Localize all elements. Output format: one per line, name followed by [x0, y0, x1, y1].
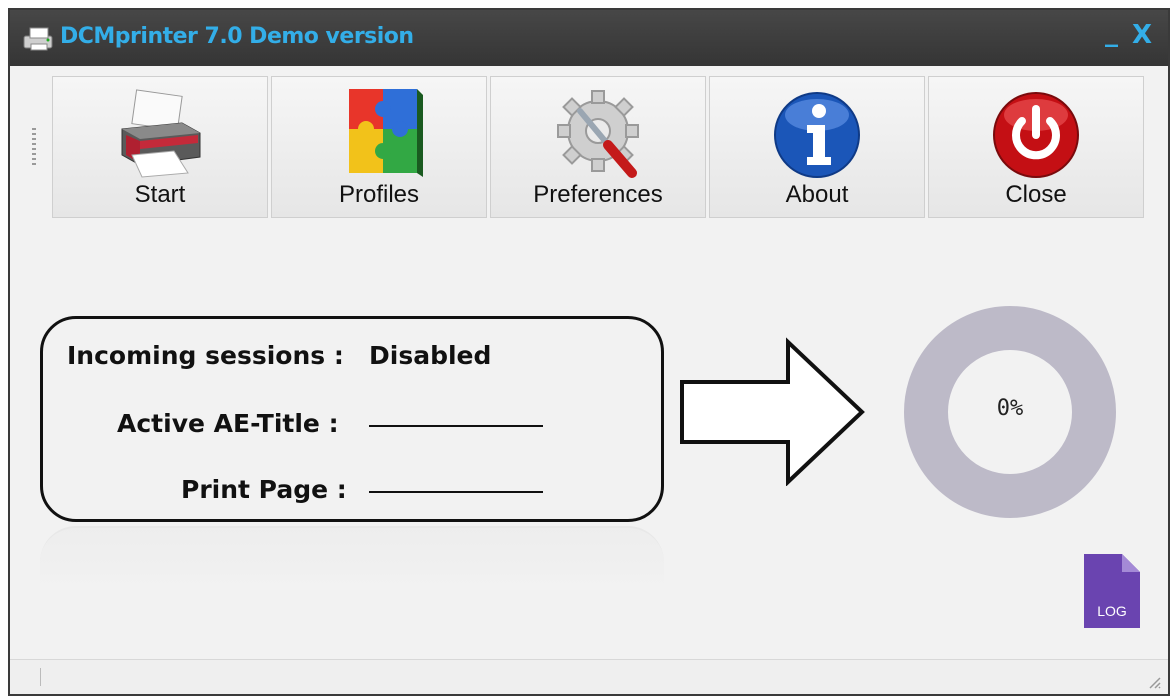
arrow-right-icon	[680, 337, 865, 486]
start-label: Start	[134, 181, 186, 208]
close-button[interactable]: Close	[928, 76, 1144, 218]
gear-wrench-icon	[557, 90, 639, 178]
progress-percent: 0%	[996, 396, 1024, 421]
log-file-icon[interactable]: LOG	[1082, 552, 1142, 630]
preferences-label: Preferences	[533, 181, 663, 208]
printer-app-icon	[23, 27, 53, 51]
active-ae-title-label: Active AE-Title :	[117, 409, 339, 438]
about-button[interactable]: About	[709, 76, 925, 218]
toolbar-grip[interactable]	[32, 128, 36, 168]
app-window: DCMprinter 7.0 Demo version _ X Start Pr…	[8, 8, 1170, 696]
close-label: Close	[1005, 181, 1067, 208]
toolbar: Start Profiles Preferences About Close	[52, 76, 1146, 220]
log-label: LOG	[1097, 603, 1127, 619]
window-title: DCMprinter 7.0 Demo version	[60, 24, 414, 49]
start-button[interactable]: Start	[52, 76, 268, 218]
minimize-button[interactable]: _	[1105, 18, 1118, 48]
preferences-button[interactable]: Preferences	[490, 76, 706, 218]
active-ae-title-value-line	[369, 425, 543, 427]
printer-icon	[121, 89, 201, 178]
status-bar	[10, 659, 1168, 694]
print-page-value-line	[369, 491, 543, 493]
title-bar[interactable]: DCMprinter 7.0 Demo version _ X	[10, 10, 1168, 66]
profiles-button[interactable]: Profiles	[271, 76, 487, 218]
incoming-sessions-value: Disabled	[369, 341, 492, 370]
power-icon	[993, 92, 1079, 178]
panel-reflection	[40, 526, 664, 588]
info-icon	[774, 92, 860, 178]
profiles-label: Profiles	[338, 181, 420, 208]
print-page-label: Print Page :	[181, 475, 347, 504]
about-label: About	[785, 181, 849, 208]
incoming-sessions-label: Incoming sessions :	[67, 341, 344, 370]
close-window-button[interactable]: X	[1132, 20, 1152, 50]
resize-grip-icon[interactable]	[1146, 674, 1162, 690]
status-panel: Incoming sessions : Disabled Active AE-T…	[40, 316, 664, 522]
status-divider	[40, 668, 41, 686]
puzzle-icon	[349, 89, 423, 177]
